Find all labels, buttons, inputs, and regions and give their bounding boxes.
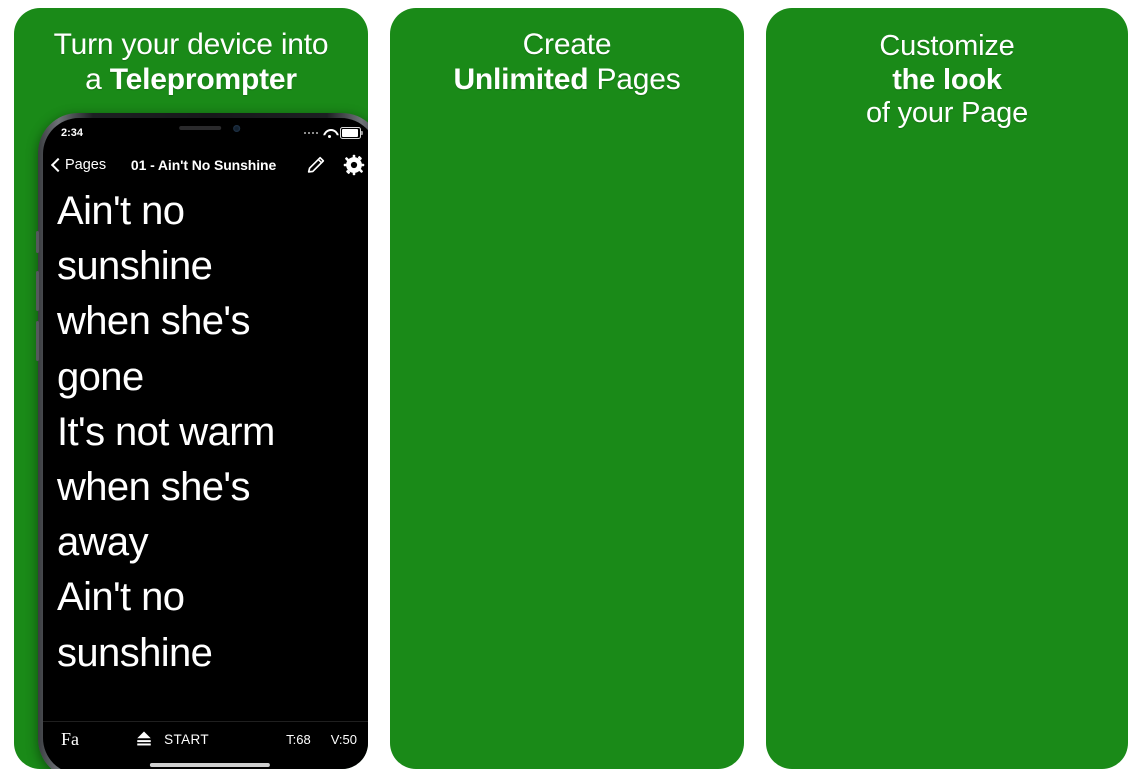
- panel3-headline: Customize the look of your Page: [766, 30, 1128, 131]
- prompter-line: Ain't no: [57, 575, 185, 620]
- prompter-line: sunshine: [57, 630, 213, 675]
- mute-switch[interactable]: [36, 231, 39, 253]
- gear-icon[interactable]: [343, 154, 365, 176]
- back-label: Pages: [65, 157, 107, 173]
- headline-line-2: a Teleprompter: [14, 63, 368, 98]
- teleprompter-text[interactable]: Ain't no sunshine when she's gone It's n…: [43, 182, 368, 722]
- eject-icon: [134, 730, 154, 748]
- iphone-device-1: 2:34 Pages 01 - Ain't No Sunshine Ain't …: [36, 113, 368, 769]
- back-to-pages-button[interactable]: Pages: [50, 157, 107, 173]
- text-size-value[interactable]: T:68: [286, 732, 311, 747]
- status-bar-1: 2:34: [43, 118, 368, 148]
- headline-line-1: Turn your device into: [53, 28, 329, 61]
- prompter-line: Ain't no: [57, 189, 185, 233]
- speed-value[interactable]: V:50: [331, 732, 357, 747]
- promo-panel-settings: Customize the look of your Page 2:34: [766, 8, 1128, 769]
- promo-panel-teleprompter: Turn your device into a Teleprompter 2:3…: [14, 8, 368, 769]
- headline-line-2-bold: Unlimited: [453, 62, 589, 96]
- panel1-headline: Turn your device into a Teleprompter: [14, 28, 368, 98]
- start-control[interactable]: START: [57, 730, 286, 748]
- headline-line-2-bold: Teleprompter: [109, 62, 297, 96]
- headline-line-3: of your Page: [865, 97, 1029, 130]
- status-indicators: [303, 127, 363, 139]
- home-indicator[interactable]: [149, 763, 271, 767]
- phone-screen-1: 2:34 Pages 01 - Ain't No Sunshine Ain't …: [43, 118, 368, 769]
- headline-line-2-suffix: Pages: [588, 62, 681, 96]
- battery-icon: [340, 127, 363, 139]
- prompter-line: sunshine: [57, 244, 213, 289]
- prompter-line: It's not warm: [57, 409, 275, 454]
- signal-icon: [303, 131, 318, 135]
- headline-line-2: the look: [892, 63, 1002, 96]
- headline-line-1: Create: [522, 28, 612, 61]
- toolbar-values: T:68 V:50: [286, 732, 357, 747]
- wifi-icon: [323, 129, 335, 138]
- prompter-line: gone: [57, 354, 144, 399]
- prompter-line: when she's: [57, 464, 250, 509]
- prompter-toolbar: Fa START T:68 V:50: [43, 721, 368, 756]
- promo-panel-pages: Create Unlimited Pages 2:34: [390, 8, 744, 769]
- volume-down-button[interactable]: [36, 321, 39, 361]
- page-title: 01 - Ain't No Sunshine: [130, 157, 277, 173]
- panel2-headline: Create Unlimited Pages: [390, 28, 744, 98]
- chevron-left-icon: [50, 157, 66, 173]
- prompter-line: when she's: [57, 299, 250, 344]
- headline-line-1: Customize: [879, 30, 1015, 62]
- headline-line-2-prefix: a: [85, 62, 110, 96]
- volume-up-button[interactable]: [36, 271, 39, 311]
- app-store-screenshot-set: Turn your device into a Teleprompter 2:3…: [0, 0, 1142, 769]
- navbar-actions: [305, 154, 365, 176]
- prompter-line: away: [57, 520, 149, 565]
- start-label: START: [164, 731, 210, 747]
- status-time: 2:34: [61, 127, 84, 139]
- headline-line-2: Unlimited Pages: [390, 63, 744, 98]
- navigation-bar-1: Pages 01 - Ain't No Sunshine: [43, 148, 368, 183]
- pencil-icon[interactable]: [305, 154, 327, 176]
